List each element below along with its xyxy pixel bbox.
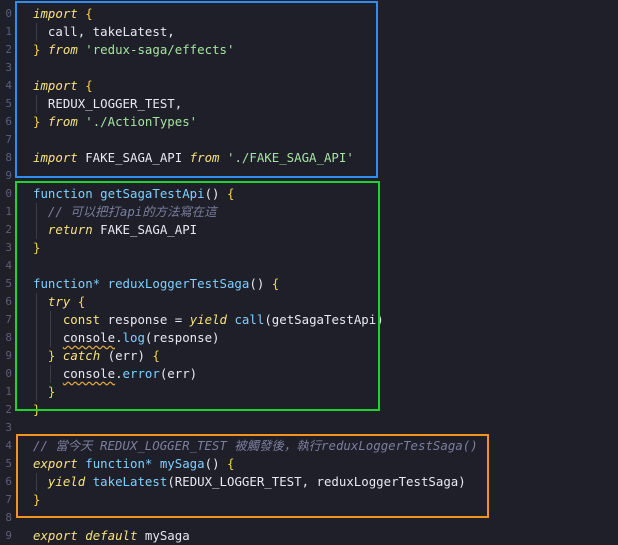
line-number: 0 [5,367,12,380]
line-number: 7 [5,313,12,326]
indent-guide [50,365,51,383]
line-number: 4 [5,259,12,272]
indent-guide [36,473,37,491]
line-number: 4 [5,79,12,92]
indent-guide [36,95,37,113]
imports-highlight-box [15,1,378,178]
code-token: export [33,528,78,543]
line-number-gutter: 0 1 2 3 4 5 6 7 8 9 0 1 2 3 4 5 6 7 8 9 0 1 2 3 4 5 6 7 8 9 [0,0,14,544]
line-number: 2 [5,43,12,56]
indent-guide [36,293,37,401]
line-number: 1 [5,385,12,398]
line-number: 1 [5,205,12,218]
line-number: 5 [5,277,12,290]
line-number: 6 [5,475,12,488]
line-number: 1 [5,25,12,38]
line-number: 6 [5,115,12,128]
root-saga-highlight-box [16,434,489,518]
code-token: default [85,528,138,543]
line-number: 8 [5,151,12,164]
line-number: 3 [5,421,12,434]
line-number: 8 [5,511,12,524]
line-number: 8 [5,331,12,344]
line-number: 2 [5,403,12,416]
line-number: 6 [5,295,12,308]
line-number: 7 [5,493,12,506]
indent-guide [36,23,37,41]
line-number: 3 [5,241,12,254]
code-token: mySaga [137,528,190,543]
indent-guide [36,203,37,239]
line-number: 5 [5,457,12,470]
line-number: 3 [5,61,12,74]
line-number: 9 [5,169,12,182]
line-number: 5 [5,97,12,110]
line-number: 9 [5,529,12,542]
code-line: export default mySaga [33,527,190,545]
line-number: 4 [5,439,12,452]
indent-guide [50,311,51,347]
line-number: 9 [5,349,12,362]
line-number: 7 [5,133,12,146]
saga-functions-highlight-box [15,181,380,411]
line-number: 2 [5,223,12,236]
line-number: 0 [5,7,12,20]
line-number: 0 [5,187,12,200]
